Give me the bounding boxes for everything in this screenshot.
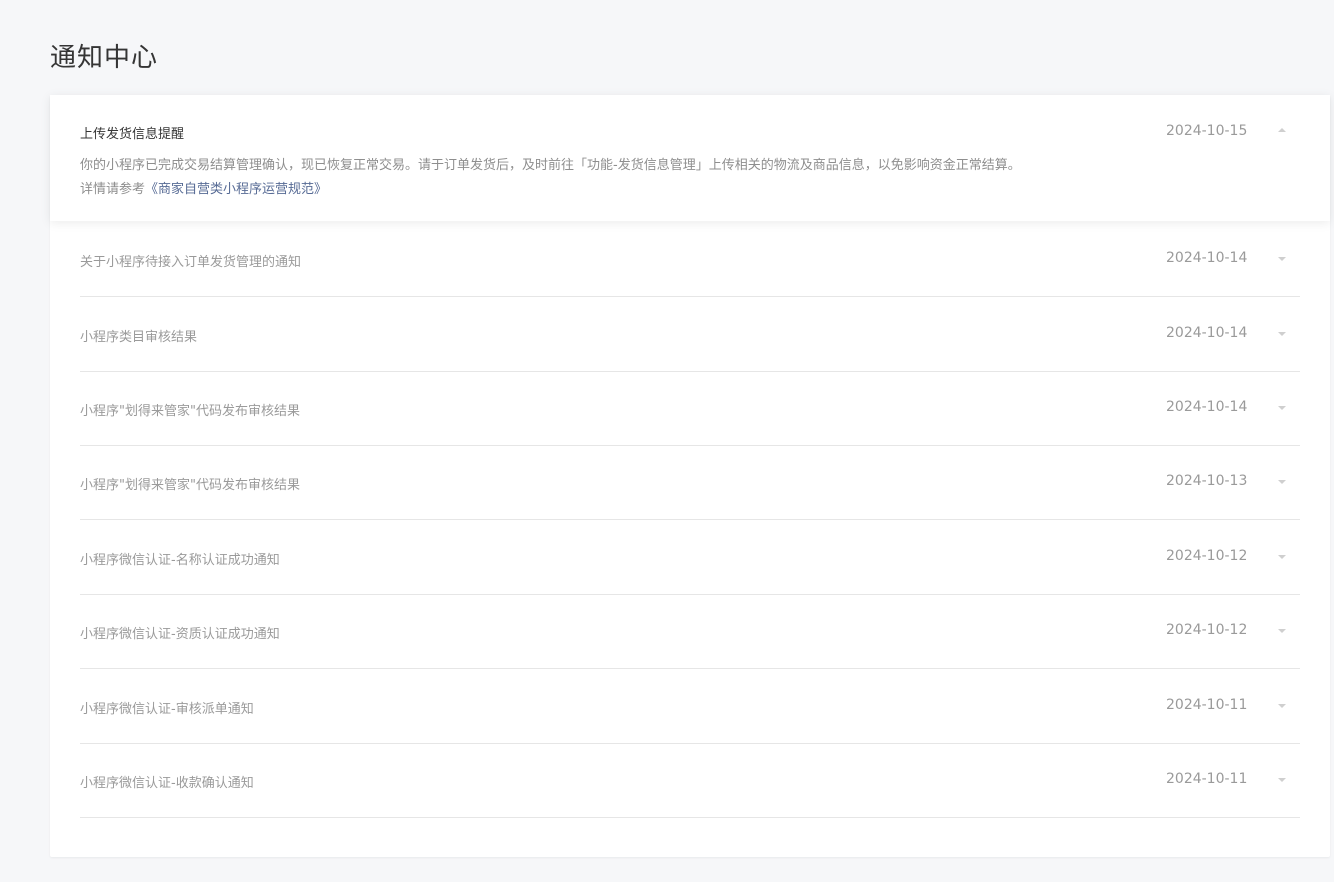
caret-down-icon[interactable]	[1278, 257, 1286, 261]
policy-link[interactable]: 《商家自营类小程序运营规范》	[145, 182, 327, 197]
caret-down-icon[interactable]	[1278, 406, 1286, 410]
page-title: 通知中心	[50, 43, 159, 74]
notification-item-expanded[interactable]: 上传发货信息提醒 2024-10-15 你的小程序已完成交易结算管理确认，现已恢…	[50, 95, 1330, 221]
notification-date: 2024-10-15	[1166, 123, 1248, 139]
notification-title: 小程序"划得来管家"代码发布审核结果	[80, 404, 300, 419]
notification-title: 小程序微信认证-资质认证成功通知	[80, 627, 280, 642]
notification-title: 小程序"划得来管家"代码发布审核结果	[80, 478, 300, 493]
notification-date: 2024-10-12	[1166, 622, 1248, 638]
caret-up-icon[interactable]	[1278, 128, 1286, 132]
notification-item[interactable]: 小程序微信认证-名称认证成功通知 2024-10-12	[80, 520, 1300, 595]
notification-date: 2024-10-13	[1166, 473, 1248, 489]
notification-item[interactable]: 小程序"划得来管家"代码发布审核结果 2024-10-14	[80, 371, 1300, 446]
notification-item[interactable]: 小程序"划得来管家"代码发布审核结果 2024-10-13	[80, 445, 1300, 520]
notification-panel: 上传发货信息提醒 2024-10-15 你的小程序已完成交易结算管理确认，现已恢…	[50, 95, 1330, 857]
notification-item[interactable]: 小程序微信认证-审核派单通知 2024-10-11	[80, 669, 1300, 744]
caret-down-icon[interactable]	[1278, 704, 1286, 708]
notification-title: 关于小程序待接入订单发货管理的通知	[80, 255, 302, 270]
caret-down-icon[interactable]	[1278, 480, 1286, 484]
notification-item[interactable]: 小程序微信认证-资质认证成功通知 2024-10-12	[80, 594, 1300, 669]
notification-title: 小程序类目审核结果	[80, 330, 198, 345]
caret-down-icon[interactable]	[1278, 332, 1286, 336]
detail-prefix: 详情请参考	[80, 182, 146, 197]
notification-date: 2024-10-14	[1166, 325, 1248, 341]
caret-down-icon[interactable]	[1278, 629, 1286, 633]
notification-date: 2024-10-14	[1166, 399, 1248, 415]
notification-message: 你的小程序已完成交易结算管理确认，现已恢复正常交易。请于订单发货后，及时前往「功…	[80, 158, 1021, 173]
notification-item[interactable]: 小程序类目审核结果 2024-10-14	[80, 297, 1300, 372]
notification-date: 2024-10-12	[1166, 548, 1248, 564]
notification-date: 2024-10-14	[1166, 250, 1248, 266]
notification-title: 小程序微信认证-名称认证成功通知	[80, 553, 280, 568]
caret-down-icon[interactable]	[1278, 778, 1286, 782]
notification-date: 2024-10-11	[1166, 771, 1248, 787]
notification-item[interactable]: 小程序微信认证-收款确认通知 2024-10-11	[80, 743, 1300, 818]
notification-date: 2024-10-11	[1166, 697, 1248, 713]
notification-title: 小程序微信认证-审核派单通知	[80, 702, 254, 717]
notification-body: 你的小程序已完成交易结算管理确认，现已恢复正常交易。请于订单发货后，及时前往「功…	[80, 154, 1160, 202]
caret-down-icon[interactable]	[1278, 555, 1286, 559]
notification-title: 上传发货信息提醒	[80, 127, 185, 142]
notification-title: 小程序微信认证-收款确认通知	[80, 776, 254, 791]
notification-item[interactable]: 关于小程序待接入订单发货管理的通知 2024-10-14	[80, 222, 1300, 297]
notification-detail: 详情请参考《商家自营类小程序运营规范》	[80, 178, 1160, 202]
